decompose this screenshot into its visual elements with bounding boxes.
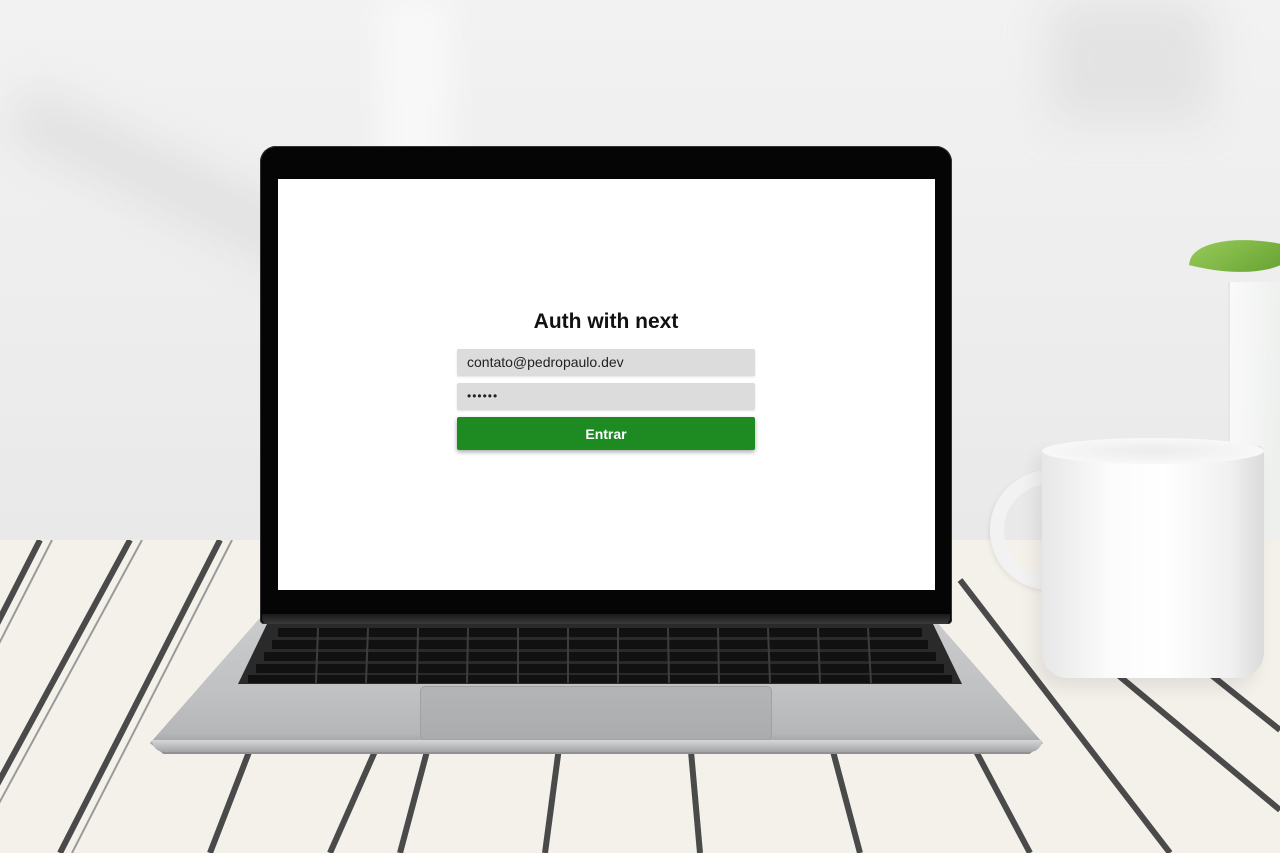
coffee-mug: [1042, 446, 1264, 678]
password-field[interactable]: ••••••: [457, 383, 755, 410]
wall-shadow-right: [1050, 0, 1210, 120]
photo-scene: Auth with next contato@pedropaulo.dev ••…: [0, 0, 1280, 853]
mug-rim: [1042, 438, 1264, 464]
laptop-screen: Auth with next contato@pedropaulo.dev ••…: [278, 179, 935, 590]
laptop-keyboard: [238, 624, 962, 684]
login-button[interactable]: Entrar: [457, 417, 755, 450]
laptop-front-edge: [152, 740, 1042, 752]
laptop-hinge: [262, 614, 950, 624]
trackpad: [420, 686, 772, 740]
page-title: Auth with next: [533, 310, 679, 333]
plant-leaf: [1188, 226, 1280, 286]
email-field[interactable]: contato@pedropaulo.dev: [457, 349, 755, 376]
login-form: Auth with next contato@pedropaulo.dev ••…: [457, 309, 755, 450]
